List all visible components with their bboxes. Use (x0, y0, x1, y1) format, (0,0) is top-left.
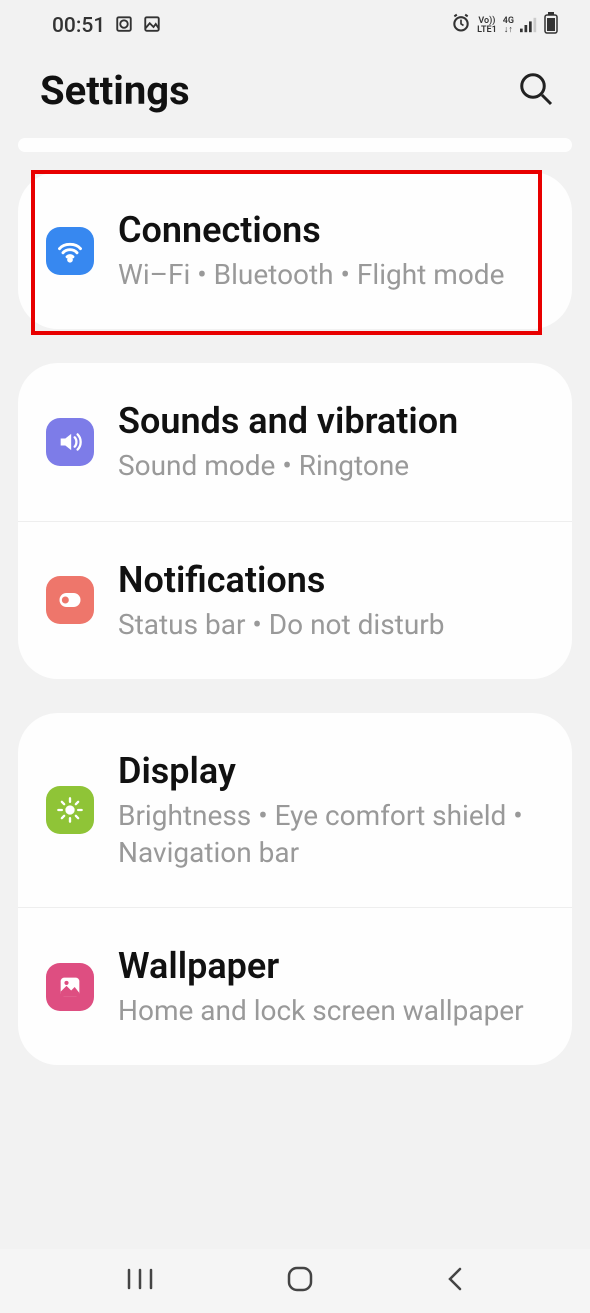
status-left: 00:51 (52, 14, 161, 38)
battery-icon (544, 12, 558, 39)
item-title: Display (118, 749, 544, 794)
settings-item-notifications[interactable]: Notifications Status bar • Do not distur… (18, 521, 572, 679)
page-title: Settings (40, 67, 190, 114)
item-title: Sounds and vibration (118, 399, 544, 444)
status-bar: 00:51 Vo)) LTE1 4G ↓↑ (0, 0, 590, 43)
item-text: Sounds and vibration Sound mode • Ringto… (118, 399, 544, 484)
settings-header: Settings (0, 43, 590, 138)
lte-text: LTE1 (477, 26, 497, 35)
settings-card-sounds: Sounds and vibration Sound mode • Ringto… (18, 363, 572, 679)
item-text: Connections Wi–Fi • Bluetooth • Flight m… (118, 208, 544, 293)
item-text: Wallpaper Home and lock screen wallpaper (118, 944, 544, 1029)
item-subtitle: Sound mode • Ringtone (118, 448, 544, 484)
thin-card (18, 138, 572, 152)
item-subtitle: Brightness • Eye comfort shield • Naviga… (118, 798, 544, 871)
alarm-icon (451, 13, 471, 38)
back-button[interactable] (445, 1265, 465, 1297)
volte-indicator: Vo)) LTE1 (477, 17, 497, 35)
notification-icon (46, 576, 94, 624)
clock-icon (115, 14, 133, 38)
arrows-icon: ↓↑ (504, 26, 513, 35)
brightness-icon (46, 786, 94, 834)
item-text: Display Brightness • Eye comfort shield … (118, 749, 544, 871)
item-text: Notifications Status bar • Do not distur… (118, 558, 544, 643)
network-indicator: 4G ↓↑ (503, 17, 514, 35)
recents-button[interactable] (125, 1267, 155, 1295)
wifi-icon (46, 227, 94, 275)
status-time: 00:51 (52, 14, 105, 38)
item-subtitle: Status bar • Do not disturb (118, 607, 544, 643)
sound-icon (46, 418, 94, 466)
item-subtitle: Wi–Fi • Bluetooth • Flight mode (118, 257, 544, 293)
home-button[interactable] (285, 1264, 315, 1298)
settings-card-display: Display Brightness • Eye comfort shield … (18, 713, 572, 1065)
settings-item-connections[interactable]: Connections Wi–Fi • Bluetooth • Flight m… (18, 172, 572, 329)
settings-item-display[interactable]: Display Brightness • Eye comfort shield … (18, 713, 572, 907)
picture-icon (143, 14, 161, 38)
navigation-bar (0, 1249, 590, 1313)
item-subtitle: Home and lock screen wallpaper (118, 993, 544, 1029)
wallpaper-icon (46, 963, 94, 1011)
item-title: Notifications (118, 558, 544, 603)
settings-card-connections: Connections Wi–Fi • Bluetooth • Flight m… (18, 172, 572, 329)
signal-icon (520, 14, 538, 38)
settings-item-wallpaper[interactable]: Wallpaper Home and lock screen wallpaper (18, 907, 572, 1065)
settings-item-sounds[interactable]: Sounds and vibration Sound mode • Ringto… (18, 363, 572, 520)
status-right: Vo)) LTE1 4G ↓↑ (451, 12, 558, 39)
item-title: Connections (118, 208, 544, 253)
item-title: Wallpaper (118, 944, 544, 989)
search-icon[interactable] (518, 71, 554, 111)
